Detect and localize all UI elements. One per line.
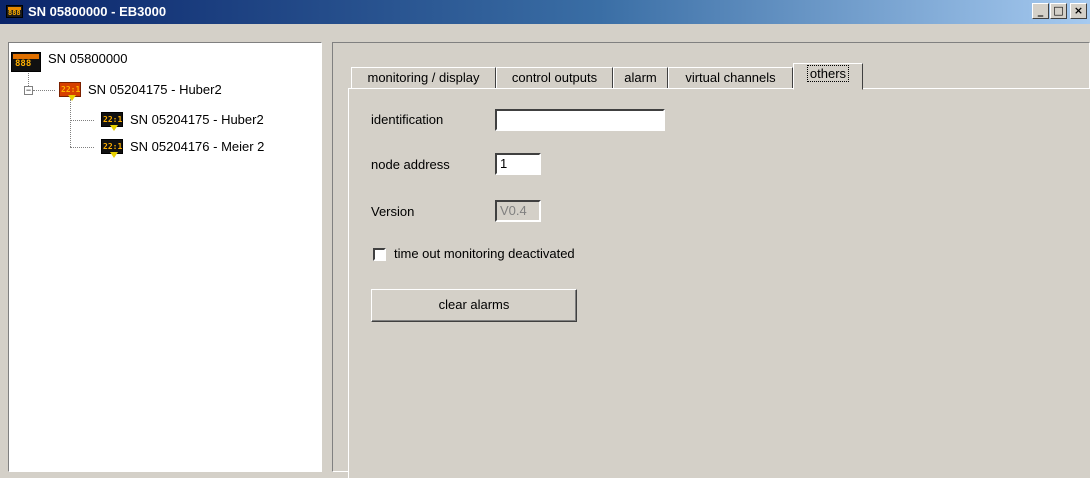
tab-virtual-channels[interactable]: virtual channels [668, 67, 793, 89]
tree-item-label: SN 05204176 - Meier 2 [130, 139, 265, 154]
tree-item-group[interactable]: 22:1 SN 05204175 - Huber2 [59, 82, 222, 101]
timeout-label[interactable]: time out monitoring deactivated [394, 246, 575, 261]
device-icon: 22:1 [101, 139, 123, 158]
title-bar: SN 05800000 - EB3000 _ □ × [0, 0, 1090, 24]
clear-alarms-button[interactable]: clear alarms [371, 289, 577, 322]
tree-item-child[interactable]: 22:1 SN 05204175 - Huber2 [101, 112, 264, 131]
tree-item-label: SN 05204175 - Huber2 [130, 112, 264, 127]
maximize-button[interactable]: □ [1050, 3, 1067, 19]
identification-label: identification [371, 112, 444, 127]
close-button[interactable]: × [1070, 3, 1087, 19]
tab-alarm[interactable]: alarm [613, 67, 668, 89]
minimize-button[interactable]: _ [1032, 3, 1049, 19]
timeout-checkbox[interactable] [373, 248, 386, 261]
others-tab-body: identification node address 1 Version V0… [348, 88, 1090, 478]
tab-others[interactable]: others [793, 63, 863, 90]
version-field: V0.4 [495, 200, 541, 222]
tree-item-label: SN 05800000 [48, 50, 128, 66]
window-title: SN 05800000 - EB3000 [28, 4, 167, 19]
version-label: Version [371, 204, 415, 219]
settings-panel: monitoring / display control outputs ala… [332, 42, 1090, 478]
device-tree[interactable]: 888 SN 05800000 − 22:1 SN 05204175 - Hub… [8, 42, 322, 472]
node-address-field[interactable]: 1 [495, 153, 541, 175]
tree-item-label: SN 05204175 - Huber2 [88, 82, 222, 97]
device-red-icon: 22:1 [59, 82, 81, 101]
tab-control-outputs[interactable]: control outputs [496, 67, 613, 89]
node-address-label: node address [371, 157, 450, 172]
device-icon: 22:1 [101, 112, 123, 131]
window-controls: _ □ × [1031, 3, 1087, 19]
app-icon [6, 5, 23, 18]
tree-item-root[interactable]: 888 SN 05800000 [11, 50, 128, 72]
collapse-icon[interactable]: − [24, 86, 33, 95]
tab-monitoring-display[interactable]: monitoring / display [351, 67, 496, 89]
device-display-icon: 888 [11, 52, 41, 72]
tree-item-child[interactable]: 22:1 SN 05204176 - Meier 2 [101, 139, 265, 158]
identification-field[interactable] [495, 109, 665, 131]
